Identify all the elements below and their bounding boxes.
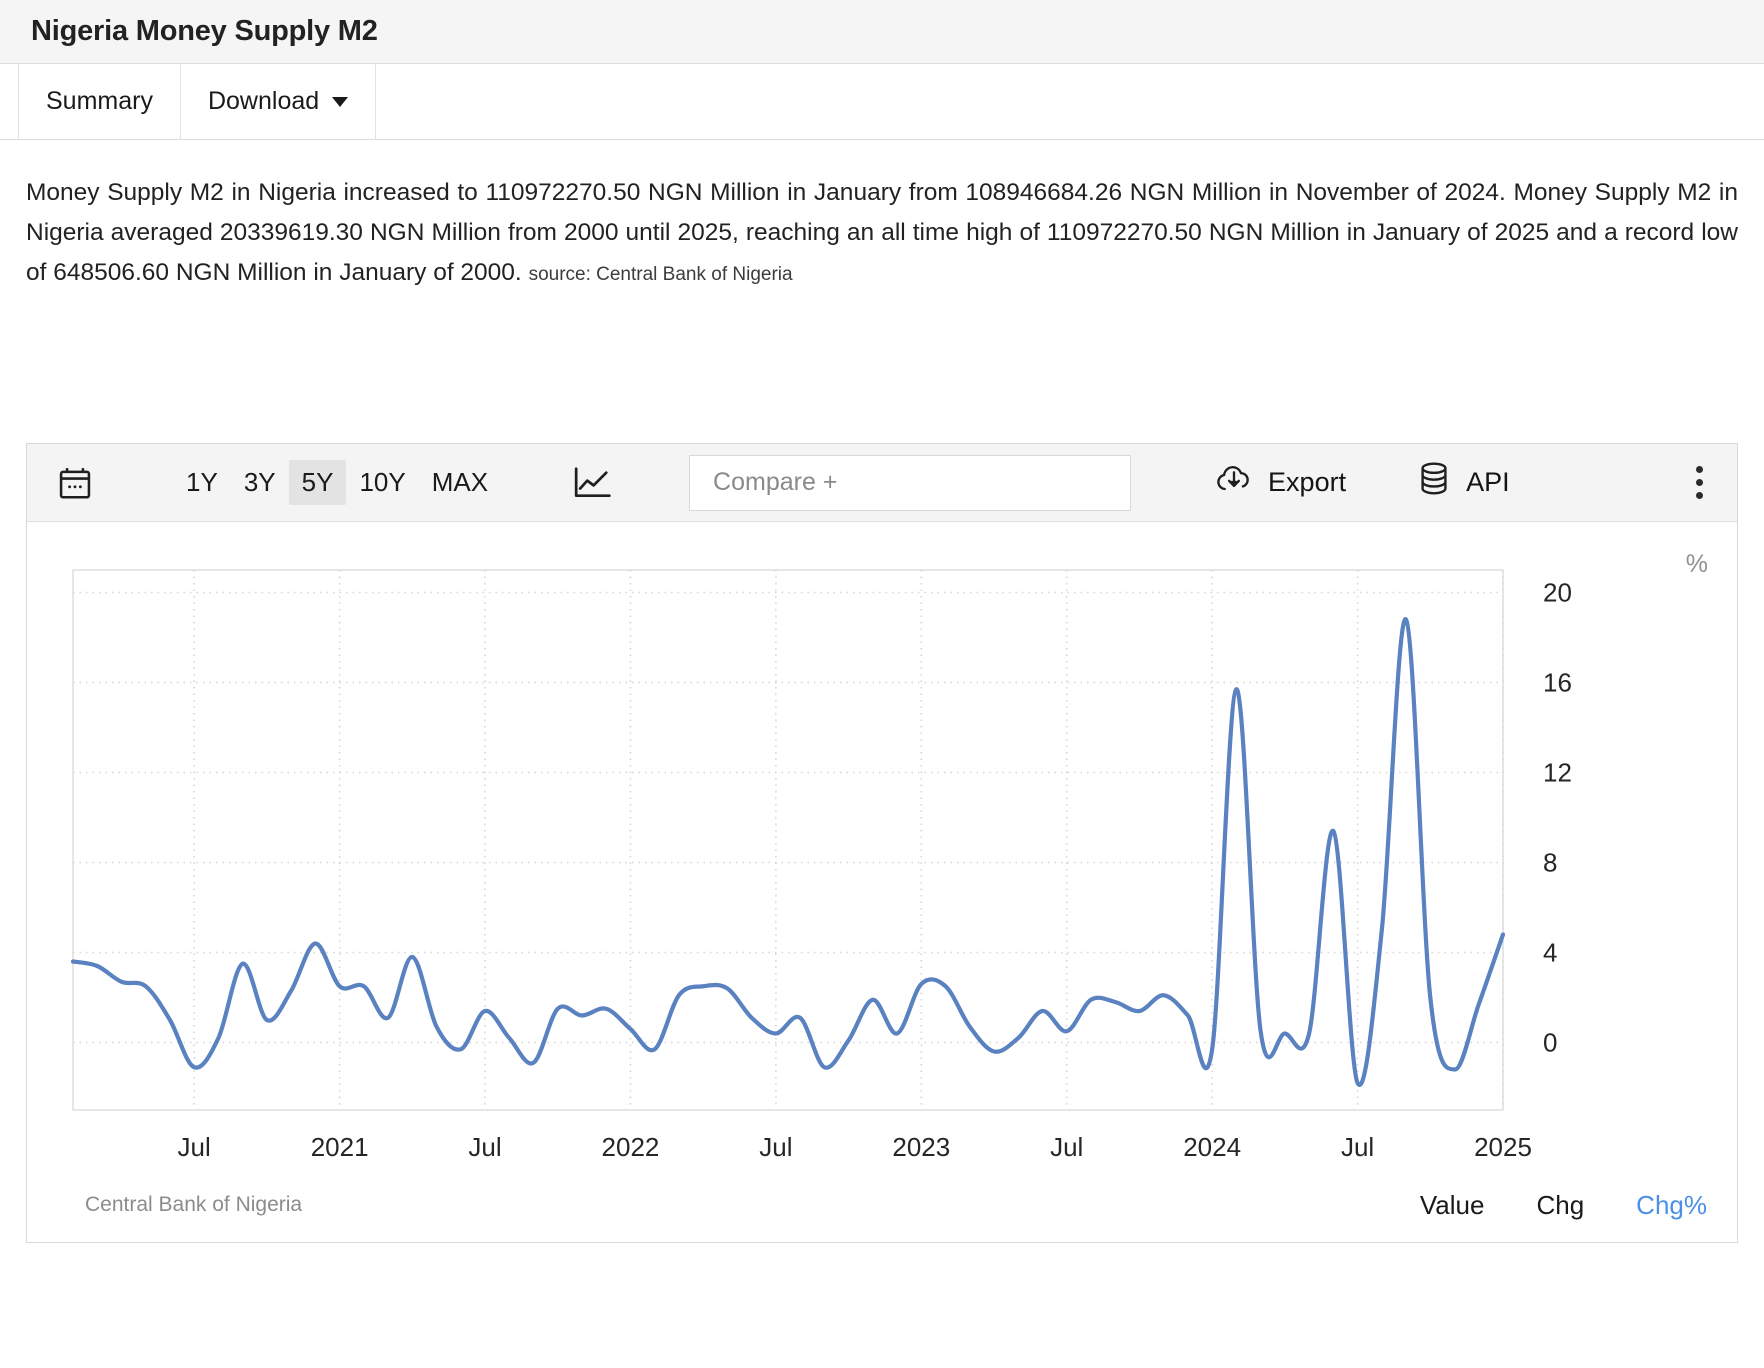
range-1y[interactable]: 1Y bbox=[173, 460, 231, 505]
svg-text:2025: 2025 bbox=[1474, 1132, 1532, 1162]
range-max[interactable]: MAX bbox=[419, 460, 501, 505]
export-label: Export bbox=[1268, 467, 1347, 497]
line-chart-icon[interactable] bbox=[571, 464, 613, 502]
compare-input-wrapper[interactable] bbox=[689, 454, 1132, 511]
chevron-down-icon bbox=[332, 96, 349, 107]
svg-text:4: 4 bbox=[1543, 938, 1557, 968]
svg-text:Jul: Jul bbox=[759, 1132, 792, 1162]
svg-text:16: 16 bbox=[1543, 668, 1572, 698]
line-chart[interactable]: Jul 2021 Jul 2022 Jul 2023 Jul 2024 Jul 2025 0 4 8 12… bbox=[27, 522, 1737, 1242]
range-10y[interactable]: 10Y bbox=[346, 460, 418, 505]
summary-description: Money Supply M2 in Nigeria increased to … bbox=[26, 173, 1738, 295]
svg-text:Jul: Jul bbox=[1341, 1132, 1374, 1162]
tab-summary-label: Summary bbox=[46, 86, 153, 115]
compare-input[interactable] bbox=[711, 467, 1131, 498]
chart-toolbar: 1Y 3Y 5Y 10Y MAX Export bbox=[27, 444, 1737, 522]
description-source: source: Central Bank of Nigeria bbox=[528, 264, 793, 285]
metric-tab-value[interactable]: Value bbox=[1420, 1190, 1485, 1221]
svg-text:20: 20 bbox=[1543, 578, 1572, 608]
chart-footer: Central Bank of Nigeria Value Chg Chg% bbox=[27, 1168, 1737, 1242]
description-text: Money Supply M2 in Nigeria increased to … bbox=[26, 179, 1738, 286]
y-axis-unit-label: % bbox=[1685, 550, 1708, 578]
range-3y[interactable]: 3Y bbox=[231, 460, 289, 505]
database-icon bbox=[1416, 460, 1452, 505]
svg-text:0: 0 bbox=[1543, 1028, 1557, 1058]
chart-plot-area: % Jul 2021 Jul 2022 Jul 2023 Jul 2024 Jul 2025 0 4 8… bbox=[27, 522, 1737, 1242]
tab-download-label: Download bbox=[207, 87, 320, 115]
tab-summary[interactable]: Summary bbox=[18, 64, 181, 139]
chart-source-label: Central Bank of Nigeria bbox=[85, 1193, 303, 1216]
tab-download[interactable]: Download bbox=[179, 64, 377, 139]
range-5y[interactable]: 5Y bbox=[288, 460, 347, 505]
range-selector: 1Y 3Y 5Y 10Y MAX bbox=[173, 460, 501, 505]
svg-text:8: 8 bbox=[1543, 848, 1557, 878]
api-label: API bbox=[1466, 467, 1510, 497]
chart-card: 1Y 3Y 5Y 10Y MAX Export bbox=[26, 443, 1738, 1243]
page-title: Nigeria Money Supply M2 bbox=[31, 15, 378, 47]
kebab-menu-icon[interactable] bbox=[1690, 460, 1709, 505]
api-button[interactable]: API bbox=[1416, 460, 1510, 505]
metric-tab-chgpct[interactable]: Chg% bbox=[1636, 1190, 1707, 1221]
chart-metric-tabs: Value Chg Chg% bbox=[1368, 1190, 1707, 1221]
export-button[interactable]: Export bbox=[1214, 462, 1346, 503]
page-header: Nigeria Money Supply M2 bbox=[0, 0, 1764, 64]
svg-text:Jul: Jul bbox=[1050, 1132, 1083, 1162]
svg-text:Jul: Jul bbox=[178, 1132, 211, 1162]
calendar-icon[interactable] bbox=[49, 457, 101, 509]
cloud-download-icon bbox=[1214, 462, 1254, 503]
svg-text:2024: 2024 bbox=[1183, 1132, 1241, 1162]
svg-text:2022: 2022 bbox=[602, 1132, 660, 1162]
svg-text:2021: 2021 bbox=[311, 1132, 369, 1162]
metric-tab-chg[interactable]: Chg bbox=[1536, 1190, 1584, 1221]
tab-bar: Summary Download bbox=[0, 64, 1764, 140]
svg-text:Jul: Jul bbox=[468, 1132, 501, 1162]
svg-text:12: 12 bbox=[1543, 758, 1572, 788]
svg-text:2023: 2023 bbox=[892, 1132, 950, 1162]
